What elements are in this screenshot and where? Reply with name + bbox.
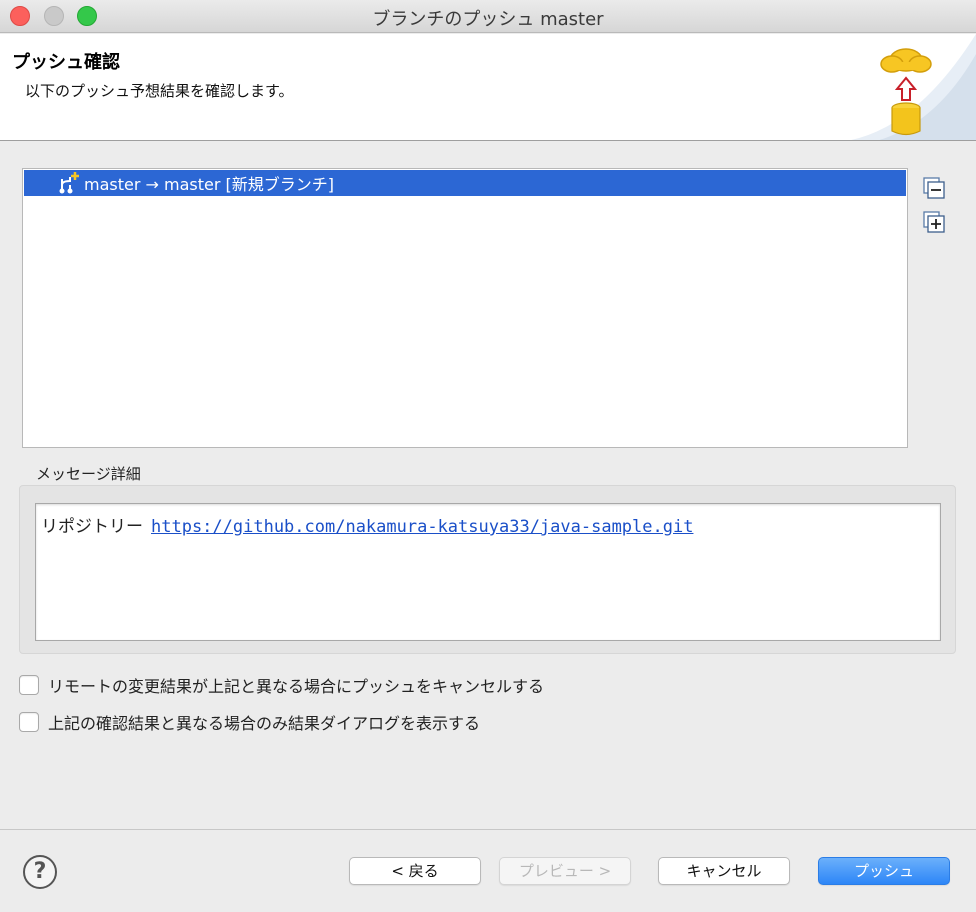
page-description: 以下のプッシュ予想結果を確認します。	[25, 82, 294, 100]
ref-mapping-label: master → master [新規ブランチ]	[84, 175, 334, 194]
window-title: ブランチのプッシュ master	[372, 9, 604, 30]
repository-url-link[interactable]: https://github.com/nakamura-katsuya33/ja…	[151, 517, 693, 537]
new-branch-icon	[59, 172, 79, 194]
preview-button[interactable]: プレビュー >	[499, 857, 631, 885]
message-details-text[interactable]: リポジトリー https://github.com/nakamura-katsuy…	[35, 503, 941, 641]
repository-prefix: リポジトリー	[41, 517, 143, 537]
push-to-cloud-icon	[850, 34, 976, 140]
message-details-label: メッセージ詳細	[36, 465, 141, 483]
cancel-button[interactable]: キャンセル	[658, 857, 790, 885]
help-icon[interactable]: ?	[23, 855, 57, 889]
push-refs-list[interactable]: master → master [新規ブランチ]	[22, 168, 908, 448]
expand-all-button[interactable]	[922, 210, 948, 236]
back-button[interactable]: < 戻る	[349, 857, 481, 885]
page-title: プッシュ確認	[12, 52, 120, 73]
cancel-if-changed-option[interactable]: リモートの変更結果が上記と異なる場合にプッシュをキャンセルする	[19, 673, 544, 697]
push-button[interactable]: プッシュ	[818, 857, 950, 885]
list-item[interactable]: master → master [新規ブランチ]	[24, 170, 906, 196]
footer-divider	[0, 829, 976, 830]
show-dialog-label: 上記の確認結果と異なる場合のみ結果ダイアログを表示する	[48, 714, 481, 733]
title-bar: ブランチのプッシュ master	[0, 0, 976, 33]
show-dialog-checkbox[interactable]	[19, 712, 39, 732]
cancel-if-changed-checkbox[interactable]	[19, 675, 39, 695]
show-dialog-option[interactable]: 上記の確認結果と異なる場合のみ結果ダイアログを表示する	[19, 710, 480, 734]
cancel-if-changed-label: リモートの変更結果が上記と異なる場合にプッシュをキャンセルする	[48, 677, 545, 696]
collapse-all-button[interactable]	[922, 176, 948, 202]
wizard-header: プッシュ確認 以下のプッシュ予想結果を確認します。	[0, 34, 976, 141]
message-details-group: リポジトリー https://github.com/nakamura-katsuy…	[19, 485, 956, 654]
